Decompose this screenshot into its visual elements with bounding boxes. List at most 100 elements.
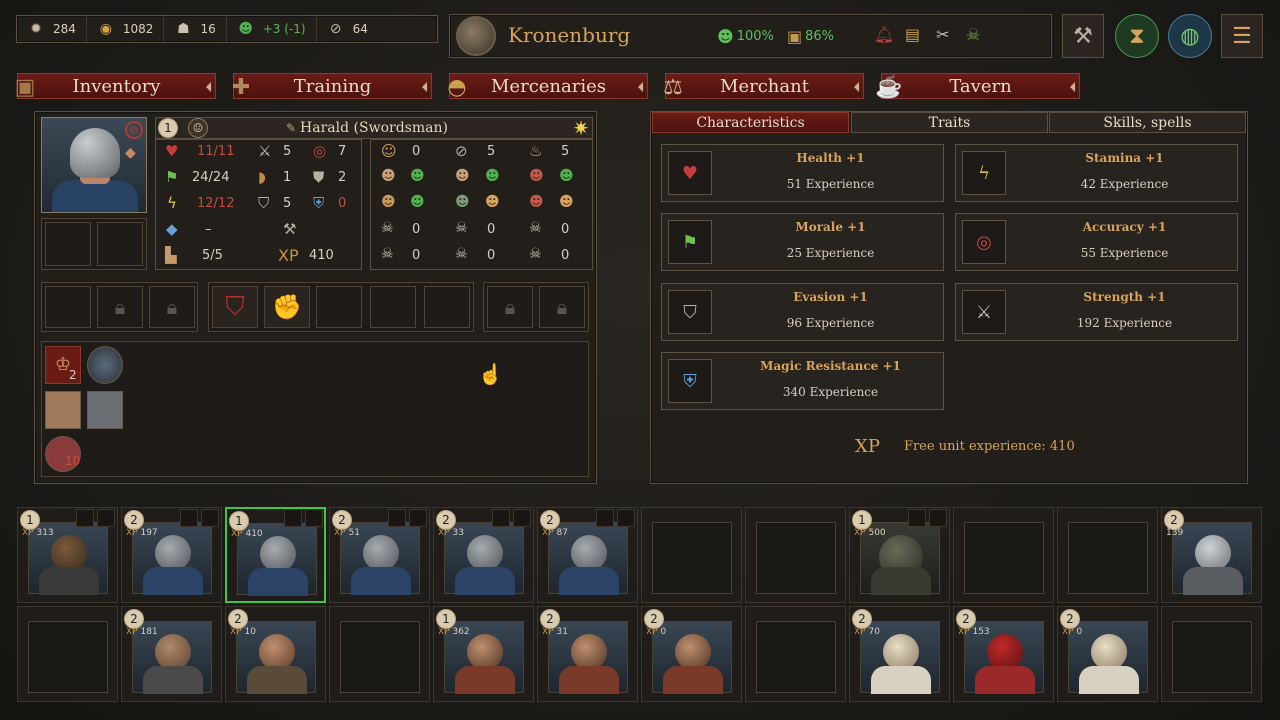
roster-slot[interactable]: 2 XP 31 [537,606,638,702]
roster-slot[interactable]: 2 XP 0 [1057,606,1158,702]
sun-emblem-icon[interactable]: ✷ [569,116,593,140]
unit-xp: XP 197 [126,528,158,538]
upgrade-strength[interactable]: ⚔ Strength +1 192 Experience [955,283,1238,341]
upgrade-cost: 42 Experience [1080,177,1169,191]
roster-slot[interactable]: 2 XP 10 [225,606,326,702]
roster-slot-empty[interactable] [329,606,430,702]
roster-slot-empty[interactable] [745,606,846,702]
goods-icon[interactable]: ▤ [905,25,920,44]
bell-icon[interactable]: 🔔︎ [874,25,894,44]
upgrade-morale[interactable]: ⚑ Morale +1 25 Experience [661,213,944,271]
upgrade-stamina[interactable]: ϟ Stamina +1 42 Experience [955,144,1238,202]
demon-icon: ☻ [529,194,544,210]
tag-icon[interactable]: ◆ [125,145,143,163]
equipment-slot[interactable] [370,286,416,328]
shield-icon: ⛉ [668,290,712,334]
game-screen: { "resources": [ {"icon": "sun-icon", "v… [0,0,1280,720]
equipment-slot[interactable] [45,286,91,328]
portrait-torso [39,567,99,595]
upgrade-accuracy[interactable]: ◎ Accuracy +1 55 Experience [955,213,1238,271]
heart-icon: ♥ [165,142,179,160]
gauntlet-item-icon[interactable]: ✊ [264,286,310,328]
tab-merchant[interactable]: ⚖ Merchant [663,73,864,100]
portrait-torso [871,567,931,595]
city-bar[interactable]: Kronenburg ☻ 100% ▣ 86% 🔔︎ ▤ ✂ ☠ [449,14,1052,58]
morale-flag-icon: ⚑ [165,168,179,186]
trait-icon[interactable] [87,346,123,384]
chest-icon: ▣ [14,74,36,100]
portrait-torso [663,666,723,694]
monster-icon[interactable]: ☠ [966,25,980,44]
world-map-button[interactable]: ◍ [1168,14,1212,58]
roster-slot[interactable]: 2 XP 153 [953,606,1054,702]
roster-slot[interactable]: 2 XP 197 [121,507,222,603]
roster-slot[interactable]: 2 XP 181 [121,606,222,702]
roster-slot[interactable]: 2 XP 33 [433,507,534,603]
tab-characteristics[interactable]: Characteristics [652,112,849,133]
roster-slot-empty[interactable] [17,606,118,702]
city-mood-stat: ☻ 100% [717,27,774,46]
roster-slot[interactable]: 1 XP 313 [17,507,118,603]
portrait-head [155,535,191,571]
city-name: Kronenburg [508,23,631,47]
mini-slot [929,509,947,527]
yellow-mask-icon: ☻ [559,194,574,210]
roster-slot-empty[interactable] [953,507,1054,603]
roster-slot[interactable]: 2 XP 0 [641,606,742,702]
roster-slot-empty[interactable] [1161,606,1262,702]
roster-slot[interactable]: 2 139 [1161,507,1262,603]
settings-tools-button[interactable]: ⚒ [1062,14,1104,58]
upgrade-cost: 96 Experience [786,316,875,330]
stat-defense: 1 [283,170,292,185]
quill-icon[interactable]: ✎ [286,121,296,135]
resource-value: 16 [200,22,216,36]
roster-slot[interactable]: 1 XP 362 [433,606,534,702]
roster-slot[interactable]: 2 XP 51 [329,507,430,603]
equipment-slot[interactable] [316,286,362,328]
unit-xp: XP 87 [542,528,568,538]
unit-nameplate: ✎ Harald (Swordsman) [155,117,593,139]
perk-portrait-icon[interactable] [45,391,81,429]
resist-value: 5 [487,144,496,159]
upgrade-cost: 192 Experience [1076,316,1173,330]
lock-icon: 🔒︎ [539,286,585,328]
dismiss-icon[interactable]: ⊘ [125,121,143,139]
tab-training[interactable]: ✚ Training [232,73,432,100]
upgrade-health[interactable]: ♥ Health +1 51 Experience [661,144,944,202]
portrait-torso [1079,666,1139,694]
roster-slot-empty[interactable] [1057,507,1158,603]
upgrade-magic-resistance[interactable]: ⛨ Magic Resistance +1 340 Experience [661,352,944,410]
menu-button[interactable]: ☰ [1221,14,1263,58]
tab-skills-spells[interactable]: Skills, spells [1049,112,1246,133]
stat-armor: 2 [338,170,347,185]
upgrade-name: Magic Resistance +1 [760,359,901,373]
cursor-icon: ☝ [478,362,503,386]
tab-tavern[interactable]: ☕ Tavern [875,73,1080,100]
shield-item-icon[interactable]: ⛉ [212,286,258,328]
roster-slot-empty[interactable] [745,507,846,603]
roster-slot[interactable]: 1 XP 500 [849,507,950,603]
portrait-head [1091,634,1127,670]
perk-helmet-icon[interactable] [87,391,123,429]
equipment-slot[interactable] [97,222,143,266]
unit-level-badge: 1 [158,118,178,138]
xp-value: 410 [245,529,263,539]
tools-icon[interactable]: ✂ [936,25,949,44]
end-turn-button[interactable]: ⧗ [1115,14,1159,58]
equipment-slot[interactable] [45,222,91,266]
portrait-head [987,634,1023,670]
roster-slot-selected[interactable]: 1 XP 410 [225,507,326,603]
unit-xp: XP 410 [231,529,263,539]
roster-slot-empty[interactable] [641,507,742,603]
roster-slot[interactable]: 2 XP 70 [849,606,950,702]
city-emblem-icon [456,16,496,56]
lock-icon: 🔒︎ [149,286,195,328]
upgrade-evasion[interactable]: ⛉ Evasion +1 96 Experience [661,283,944,341]
roster-slot[interactable]: 2 XP 87 [537,507,638,603]
resource-sun: ✹ 284 [17,16,87,42]
equipment-slot[interactable] [424,286,470,328]
tab-traits[interactable]: Traits [851,112,1048,133]
stat-stamina: 12/12 [197,196,235,211]
tab-inventory[interactable]: ▣ Inventory [15,73,216,100]
tab-mercenaries[interactable]: ◓ Mercenaries [447,73,648,100]
